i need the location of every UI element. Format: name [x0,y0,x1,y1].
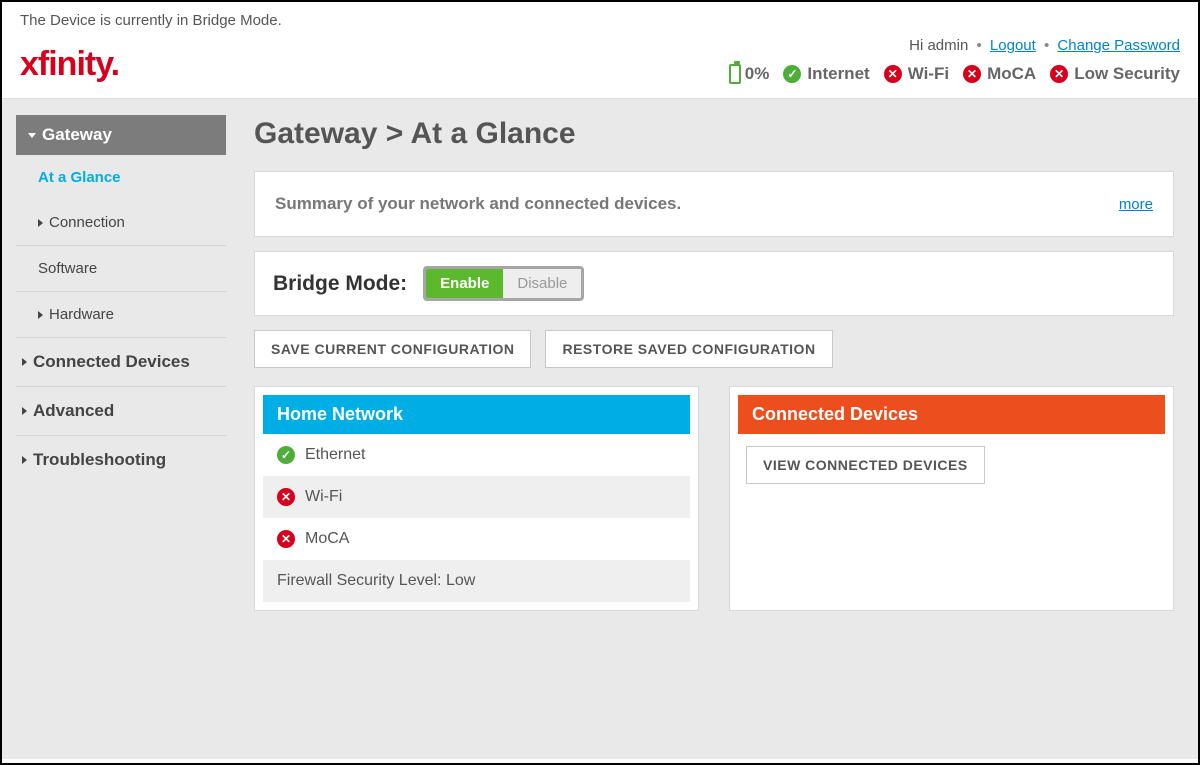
sidebar-item-advanced[interactable]: Advanced [16,387,226,436]
status-internet: ✓ Internet [783,64,869,84]
status-security: ✕ Low Security [1050,64,1180,84]
more-link[interactable]: more [1119,196,1153,213]
sidebar-item-label: Troubleshooting [33,450,166,470]
save-config-button[interactable]: SAVE CURRENT CONFIGURATION [254,330,531,368]
network-label: MoCA [305,530,349,548]
network-label: Ethernet [305,446,365,464]
firewall-value: Low [446,572,475,589]
status-wifi: ✕ Wi-Fi [884,64,949,84]
xfinity-logo: xfinity. [20,37,119,84]
sidebar-item-label: Connected Devices [33,352,190,372]
connected-devices-header: Connected Devices [738,395,1165,434]
firewall-row: Firewall Security Level: Low [263,560,690,602]
bridge-enable-button[interactable]: Enable [426,269,503,298]
sidebar-header-label: Gateway [42,125,112,145]
sidebar-item-label: Hardware [49,306,114,323]
panels-row: Home Network ✓ Ethernet ✕ Wi-Fi ✕ MoCA F… [254,386,1174,611]
sidebar-item-label: Connection [49,214,125,231]
greeting-text: Hi admin [909,37,968,54]
restore-config-button[interactable]: RESTORE SAVED CONFIGURATION [545,330,832,368]
network-row-ethernet: ✓ Ethernet [263,434,690,476]
page-title: Gateway > At a Glance [254,117,1174,151]
sidebar-item-at-a-glance[interactable]: At a Glance [16,155,226,200]
sidebar-item-label: Software [38,260,97,277]
header: xfinity. Hi admin • Logout • Change Pass… [2,31,1198,99]
firewall-label: Firewall Security Level: [277,572,442,589]
chevron-right-icon [38,311,43,319]
battery-icon [729,64,741,84]
bridge-disable-button[interactable]: Disable [503,269,581,298]
connected-devices-body: VIEW CONNECTED DEVICES [738,434,1165,496]
x-icon: ✕ [277,530,295,548]
status-moca: ✕ MoCA [963,64,1036,84]
summary-text: Summary of your network and connected de… [275,194,681,214]
sidebar-item-connection[interactable]: Connection [16,200,226,246]
bridge-mode-label: Bridge Mode: [273,272,407,296]
chevron-right-icon [22,358,27,366]
chevron-down-icon [28,133,36,138]
sidebar: Gateway At a Glance Connection Software … [2,99,226,759]
x-icon: ✕ [277,488,295,506]
home-network-header: Home Network [263,395,690,434]
x-icon: ✕ [884,65,902,83]
sidebar-item-software[interactable]: Software [16,246,226,292]
network-row-moca: ✕ MoCA [263,518,690,560]
check-icon: ✓ [277,446,295,464]
logout-link[interactable]: Logout [990,37,1036,54]
sidebar-item-hardware[interactable]: Hardware [16,292,226,338]
x-icon: ✕ [1050,65,1068,83]
view-connected-devices-button[interactable]: VIEW CONNECTED DEVICES [746,446,985,484]
check-icon: ✓ [783,65,801,83]
header-right: Hi admin • Logout • Change Password 0% ✓… [729,37,1180,84]
separator-dot: • [1044,37,1049,54]
separator-dot: • [976,37,981,54]
status-line: 0% ✓ Internet ✕ Wi-Fi ✕ MoCA ✕ Low Secur… [729,64,1180,84]
change-password-link[interactable]: Change Password [1057,37,1180,54]
chevron-right-icon [22,407,27,415]
status-label: Wi-Fi [908,64,949,84]
content: Gateway > At a Glance Summary of your ne… [226,99,1198,759]
chevron-right-icon [22,456,27,464]
sidebar-header-gateway[interactable]: Gateway [16,115,226,155]
sidebar-item-label: Advanced [33,401,114,421]
battery-status: 0% [729,64,770,84]
battery-percent: 0% [745,64,770,84]
network-row-wifi: ✕ Wi-Fi [263,476,690,518]
sidebar-item-label: At a Glance [38,169,121,186]
x-icon: ✕ [963,65,981,83]
status-label: Low Security [1074,64,1180,84]
sidebar-item-connected-devices[interactable]: Connected Devices [16,338,226,387]
config-buttons-row: SAVE CURRENT CONFIGURATION RESTORE SAVED… [254,330,1174,368]
home-network-panel: Home Network ✓ Ethernet ✕ Wi-Fi ✕ MoCA F… [254,386,699,611]
connected-devices-panel: Connected Devices VIEW CONNECTED DEVICES [729,386,1174,611]
status-label: MoCA [987,64,1036,84]
auth-line: Hi admin • Logout • Change Password [729,37,1180,54]
summary-box: Summary of your network and connected de… [254,171,1174,237]
main-area: Gateway At a Glance Connection Software … [2,99,1198,759]
sidebar-item-troubleshooting[interactable]: Troubleshooting [16,436,226,484]
bridge-mode-notice: The Device is currently in Bridge Mode. [2,2,1198,31]
bridge-mode-box: Bridge Mode: Enable Disable [254,251,1174,316]
bridge-toggle: Enable Disable [423,266,584,301]
status-label: Internet [807,64,869,84]
chevron-right-icon [38,219,43,227]
network-label: Wi-Fi [305,488,342,506]
